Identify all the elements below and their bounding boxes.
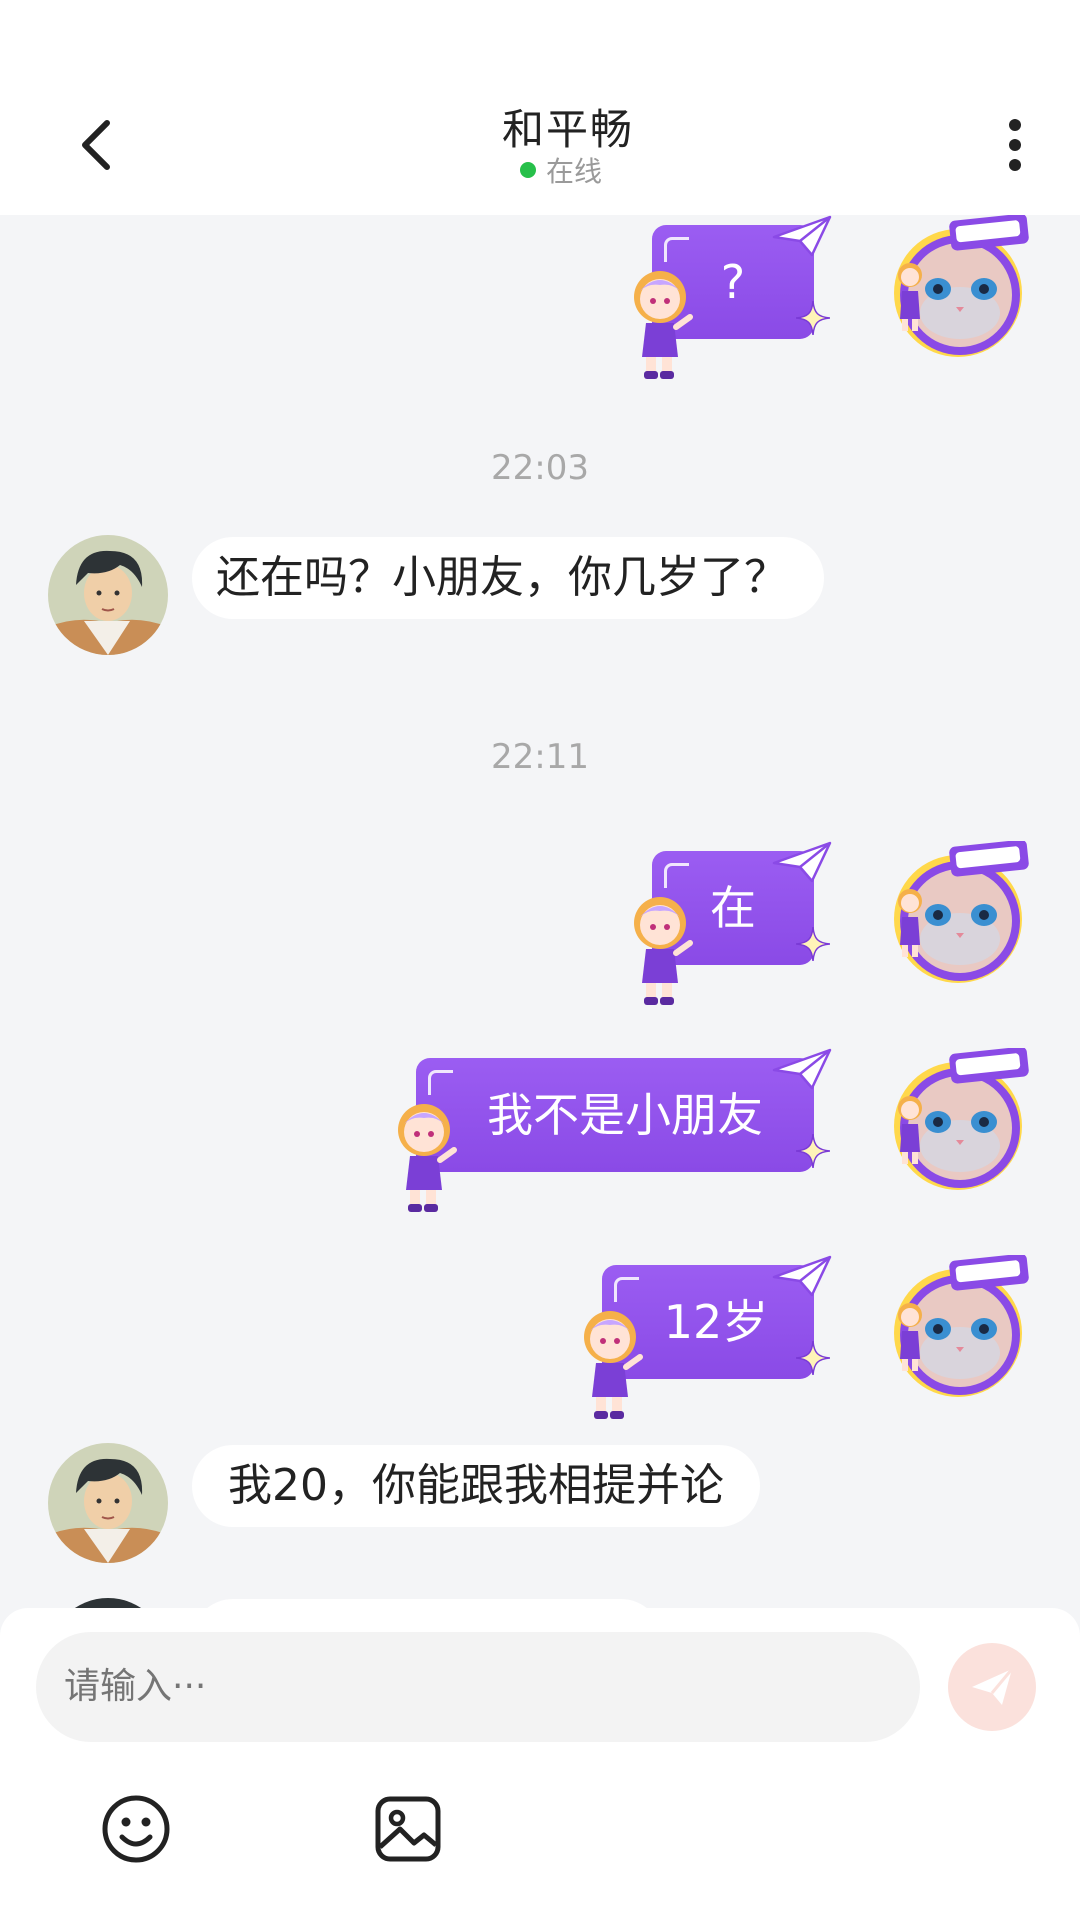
bubble-corner-decoration: [428, 1070, 453, 1095]
online-dot-icon: [520, 162, 536, 178]
bubble-corner-decoration: [614, 1277, 639, 1302]
bubble-corner-decoration: [664, 237, 689, 262]
message-text: 我不是小朋友: [487, 1088, 763, 1142]
mascot-sticker: [392, 1098, 462, 1213]
timestamp: 22:11: [491, 737, 589, 777]
more-button[interactable]: [990, 110, 1040, 180]
emoji-button[interactable]: [100, 1793, 172, 1865]
paper-plane-icon: [772, 1048, 832, 1092]
mascot-sticker: [628, 891, 698, 1006]
message-bubble-left[interactable]: 我20，你能跟我相提并论: [192, 1445, 760, 1527]
paper-plane-icon: [772, 215, 832, 259]
sparkle-icon: [796, 301, 830, 335]
image-icon: [375, 1796, 441, 1862]
bubble-corner-decoration: [664, 863, 689, 888]
sparkle-icon: [796, 927, 830, 961]
mascot-sticker: [628, 265, 698, 380]
paper-plane-icon: [772, 841, 832, 885]
message-text: 在: [710, 881, 756, 935]
mascot-sticker: [578, 1305, 648, 1420]
message-bubble-left[interactable]: 还在吗？小朋友，你几岁了？: [192, 537, 824, 619]
input-panel: [0, 1608, 1080, 1920]
message-text: 12岁: [663, 1295, 769, 1349]
my-avatar[interactable]: [880, 1048, 1030, 1198]
online-status: 在线: [520, 152, 602, 188]
my-avatar[interactable]: [880, 1255, 1030, 1405]
message-bubble-right[interactable]: 我不是小朋友: [416, 1058, 814, 1172]
image-button[interactable]: [372, 1793, 444, 1865]
sparkle-icon: [796, 1341, 830, 1375]
send-button[interactable]: [948, 1643, 1036, 1731]
more-vertical-icon: [1009, 119, 1021, 171]
online-status-label: 在线: [546, 155, 603, 188]
contact-avatar[interactable]: [48, 1443, 168, 1563]
sparkle-icon: [796, 1134, 830, 1168]
timestamp: 22:03: [491, 448, 589, 488]
send-plane-icon: [972, 1668, 1014, 1705]
message-list[interactable]: ? 22:03 还在吗？小朋友，你几岁了？ 22:11 在 我不是小朋友 12岁…: [0, 215, 1080, 1610]
contact-name: 和平畅: [501, 105, 634, 154]
my-avatar[interactable]: [880, 215, 1030, 365]
paper-plane-icon: [772, 1255, 832, 1299]
message-text: ?: [720, 255, 746, 309]
chat-header: 和平畅 在线: [0, 0, 1080, 215]
my-avatar[interactable]: [880, 841, 1030, 991]
message-input[interactable]: [36, 1632, 920, 1742]
contact-avatar[interactable]: [48, 535, 168, 655]
smiley-icon: [102, 1795, 170, 1863]
